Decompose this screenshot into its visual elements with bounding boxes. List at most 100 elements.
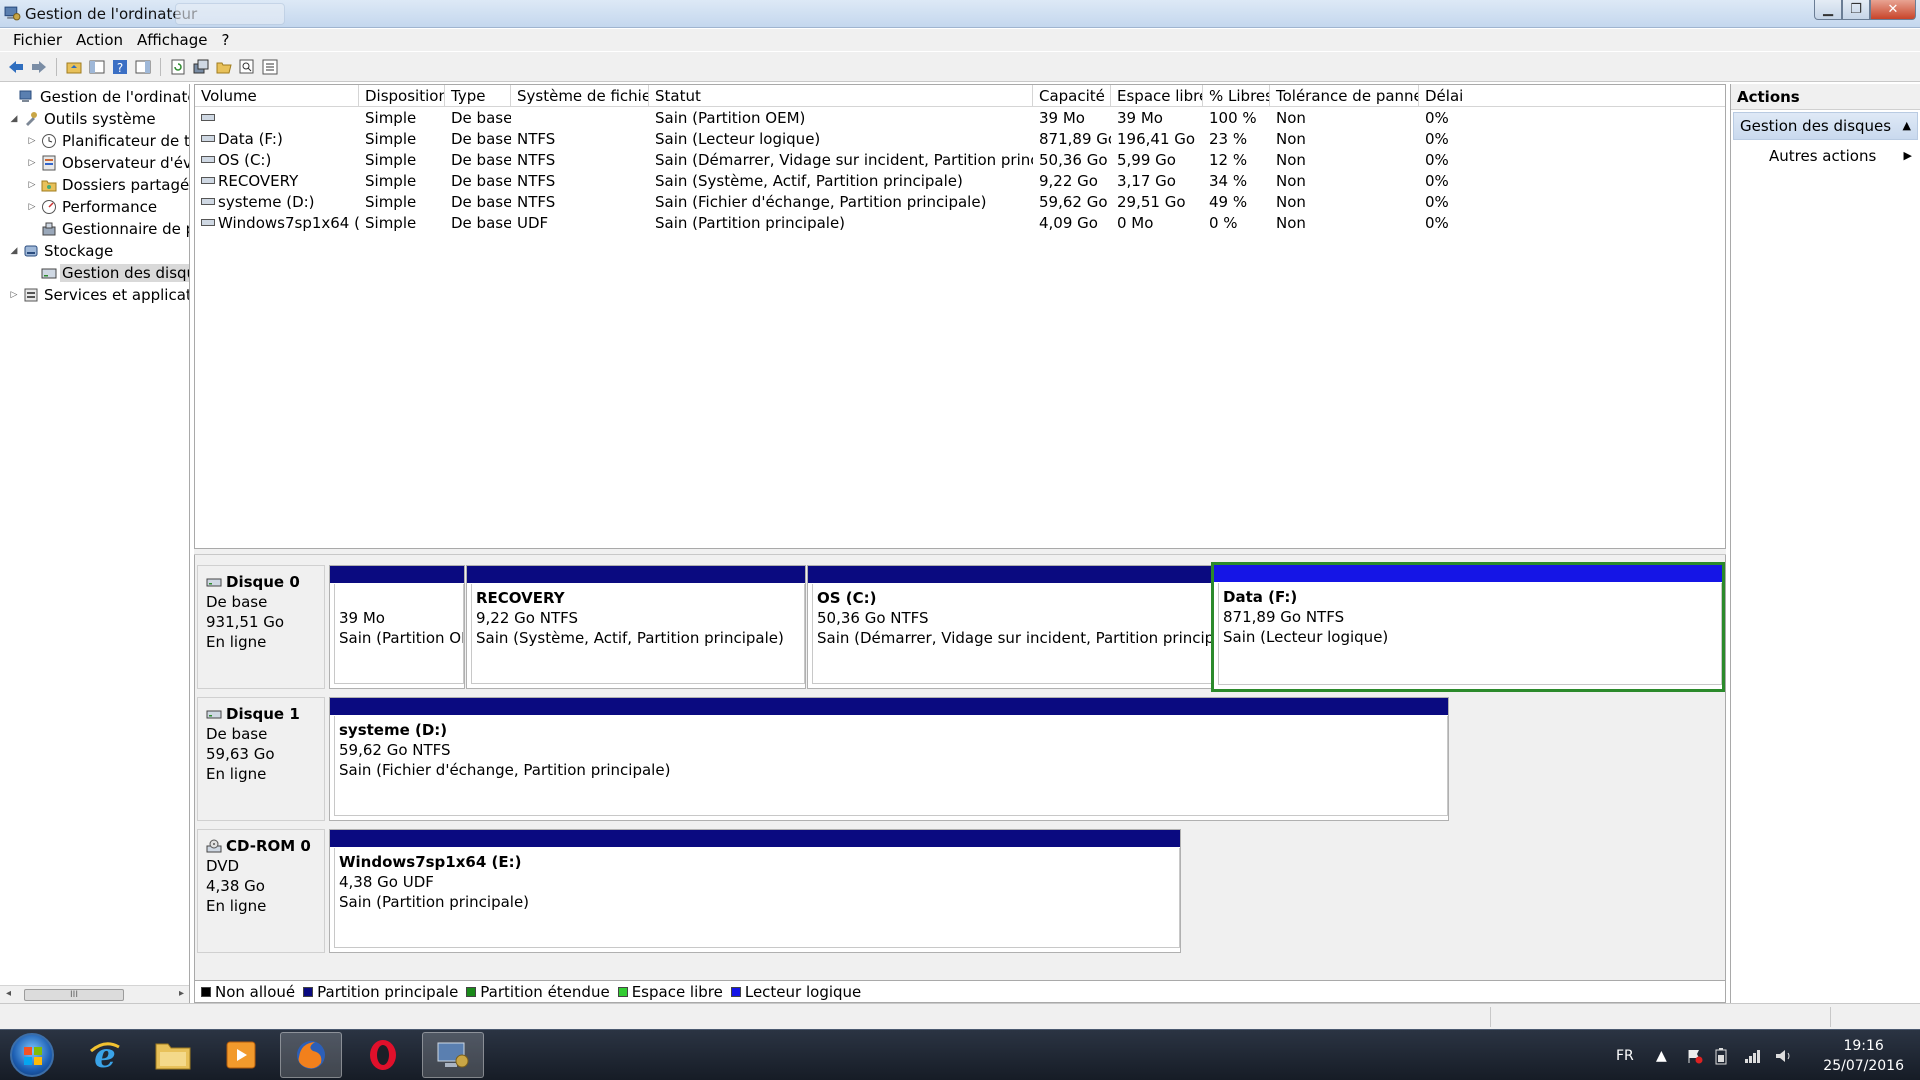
volume-row[interactable]: systeme (D:) Simple De base NTFS Sain (Fichi… bbox=[195, 192, 1725, 213]
partition-data-f[interactable]: Data (F:) 871,89 Go NTFS Sain (Lecteur l… bbox=[1211, 562, 1725, 692]
actions-section-disk-management[interactable]: Gestion des disques ▲ bbox=[1733, 112, 1918, 140]
properties-icon[interactable] bbox=[260, 57, 280, 77]
volume-row[interactable]: Simple De base Sain (Partition OEM) 39 Mo 39… bbox=[195, 108, 1725, 129]
col-overhead[interactable]: Délai bbox=[1419, 85, 1725, 107]
tree-item-device-manager[interactable]: Gestionnaire de pé bbox=[26, 218, 189, 240]
refresh-icon[interactable] bbox=[168, 57, 188, 77]
cell-status: Sain (Partition OEM) bbox=[655, 109, 806, 127]
opera-icon[interactable] bbox=[352, 1032, 414, 1078]
menu-affichage[interactable]: Affichage bbox=[130, 31, 214, 49]
storage-icon bbox=[24, 245, 38, 257]
partition-title: Windows7sp1x64 (E:) bbox=[339, 853, 522, 871]
more-actions-item[interactable]: Autres actions ▶ bbox=[1731, 142, 1920, 170]
tree-item-performance[interactable]: ▷ Performance bbox=[26, 196, 159, 218]
col-free-space[interactable]: Espace libre bbox=[1111, 85, 1203, 107]
tree-item-label: Dossiers partagés bbox=[62, 176, 190, 194]
minimize-button[interactable]: ▁ bbox=[1814, 0, 1842, 20]
col-volume[interactable]: Volume bbox=[195, 85, 359, 107]
volume-row[interactable]: Windows7sp1x64 (E:) Simple De base UDF Sain … bbox=[195, 213, 1725, 234]
tree-item-event-viewer[interactable]: ▷ Observateur d'évér bbox=[26, 152, 189, 174]
expander-icon[interactable]: ▷ bbox=[26, 202, 38, 212]
forward-arrow-icon[interactable] bbox=[29, 57, 49, 77]
partition-title: OS (C:) bbox=[817, 589, 877, 607]
volume-row[interactable]: RECOVERY Simple De base NTFS Sain (Système, … bbox=[195, 171, 1725, 192]
menu-action[interactable]: Action bbox=[69, 31, 130, 49]
collapse-up-icon[interactable]: ▲ bbox=[1903, 113, 1911, 139]
cell-disposition: Simple bbox=[365, 193, 417, 211]
col-filesystem[interactable]: Système de fichiers bbox=[511, 85, 649, 107]
close-button[interactable]: ✕ bbox=[1870, 0, 1916, 20]
menu-fichier[interactable]: Fichier bbox=[6, 31, 69, 49]
network-signal-icon[interactable] bbox=[1744, 1030, 1762, 1080]
cell-overhead: 0% bbox=[1425, 151, 1449, 169]
firefox-icon[interactable] bbox=[280, 1032, 342, 1078]
col-disposition[interactable]: Disposition bbox=[359, 85, 445, 107]
file-explorer-icon[interactable] bbox=[142, 1032, 204, 1078]
legend-item: Lecteur logique bbox=[730, 983, 861, 1001]
start-button[interactable] bbox=[10, 1033, 54, 1077]
expander-icon[interactable]: ▷ bbox=[8, 290, 20, 300]
submenu-arrow-icon: ▶ bbox=[1903, 149, 1912, 162]
expander-icon[interactable]: ▷ bbox=[26, 136, 38, 146]
volume-row[interactable]: OS (C:) Simple De base NTFS Sain (Démarrer, … bbox=[195, 150, 1725, 171]
maximize-button[interactable]: ❐ bbox=[1842, 0, 1870, 20]
volume-icon[interactable] bbox=[1774, 1030, 1794, 1080]
expander-icon[interactable]: ◢ bbox=[8, 114, 20, 124]
partition-oem[interactable]: 39 Mo Sain (Partition OEM) bbox=[329, 565, 465, 689]
disk-size: 59,63 Go bbox=[206, 745, 275, 763]
partition-recovery[interactable]: RECOVERY 9,22 Go NTFS Sain (Système, Act… bbox=[466, 565, 806, 689]
scroll-thumb[interactable]: III bbox=[24, 989, 124, 1001]
computer-management-taskbar-icon[interactable] bbox=[422, 1032, 484, 1078]
language-indicator[interactable]: FR bbox=[1616, 1030, 1634, 1080]
partition-os-c[interactable]: OS (C:) 50,36 Go NTFS Sain (Démarrer, Vi… bbox=[807, 565, 1213, 689]
expander-icon[interactable]: ▷ bbox=[26, 180, 38, 190]
tree-item-storage[interactable]: ◢ Stockage bbox=[8, 240, 115, 262]
col-type[interactable]: Type bbox=[445, 85, 511, 107]
tree-item-label: Outils système bbox=[44, 110, 156, 128]
col-percent-free[interactable]: % Libres bbox=[1203, 85, 1270, 107]
console-view-icon[interactable] bbox=[133, 57, 153, 77]
tree-item-disk-management[interactable]: Gestion des disque bbox=[26, 262, 189, 284]
volume-row[interactable]: Data (F:) Simple De base NTFS Sain (Lecteur … bbox=[195, 129, 1725, 150]
open-folder-icon[interactable] bbox=[214, 57, 234, 77]
disk-0-label[interactable]: Disque 0 De base 931,51 Go En ligne bbox=[197, 565, 325, 689]
col-capacity[interactable]: Capacité bbox=[1033, 85, 1111, 107]
expander-icon[interactable]: ▷ bbox=[26, 158, 38, 168]
scroll-right-arrow-icon[interactable]: ▸ bbox=[179, 988, 184, 999]
menu-help[interactable]: ? bbox=[214, 31, 236, 49]
cell-free-space: 39 Mo bbox=[1117, 109, 1163, 127]
battery-icon[interactable] bbox=[1714, 1030, 1728, 1080]
rescan-disks-icon[interactable] bbox=[191, 57, 211, 77]
col-fault-tolerance[interactable]: Tolérance de pannes bbox=[1270, 85, 1419, 107]
media-player-icon[interactable] bbox=[210, 1032, 272, 1078]
computer-management-icon bbox=[19, 90, 32, 102]
expander-icon[interactable]: ◢ bbox=[8, 246, 20, 256]
tree-horizontal-scrollbar[interactable]: ◂ III ▸ bbox=[0, 985, 189, 1003]
cdrom-0-label[interactable]: CD-ROM 0 DVD 4,38 Go En ligne bbox=[197, 829, 325, 953]
tree-item-shared-folders[interactable]: ▷ Dossiers partagés bbox=[26, 174, 190, 196]
col-status[interactable]: Statut bbox=[649, 85, 1033, 107]
up-folder-icon[interactable] bbox=[64, 57, 84, 77]
partition-systeme-d[interactable]: systeme (D:) 59,62 Go NTFS Sain (Fichier… bbox=[329, 697, 1449, 821]
internet-explorer-icon[interactable]: e bbox=[74, 1032, 136, 1078]
partition-bar bbox=[330, 566, 464, 583]
volume-list: Volume Disposition Type Système de fichi… bbox=[194, 84, 1726, 549]
partition-size: 39 Mo bbox=[339, 609, 385, 627]
scroll-left-arrow-icon[interactable]: ◂ bbox=[6, 988, 11, 999]
cell-capacity: 59,62 Go bbox=[1039, 193, 1108, 211]
show-hidden-icons-icon[interactable]: ▲ bbox=[1656, 1030, 1667, 1080]
search-icon[interactable] bbox=[237, 57, 257, 77]
console-tree: Gestion de l'ordinateur (l ◢ Outils syst… bbox=[0, 84, 190, 1003]
taskbar: e FR ▲ 19:16 25/07/2016 bbox=[0, 1029, 1920, 1080]
tree-item-services-applications[interactable]: ▷ Services et applicatior bbox=[8, 284, 189, 306]
tree-item-system-tools[interactable]: ◢ Outils système bbox=[8, 108, 158, 130]
back-arrow-icon[interactable] bbox=[6, 57, 26, 77]
disk-1-label[interactable]: Disque 1 De base 59,63 Go En ligne bbox=[197, 697, 325, 821]
tree-item-task-scheduler[interactable]: ▷ Planificateur de tâc bbox=[26, 130, 189, 152]
tree-item-computer-management[interactable]: Gestion de l'ordinateur (l bbox=[4, 86, 189, 108]
show-hide-tree-icon[interactable] bbox=[87, 57, 107, 77]
help-icon[interactable]: ? bbox=[110, 57, 130, 77]
clock[interactable]: 19:16 25/07/2016 bbox=[1823, 1036, 1904, 1076]
action-center-flag-icon[interactable] bbox=[1686, 1030, 1704, 1080]
partition-windows7-e[interactable]: Windows7sp1x64 (E:) 4,38 Go UDF Sain (Pa… bbox=[329, 829, 1181, 953]
